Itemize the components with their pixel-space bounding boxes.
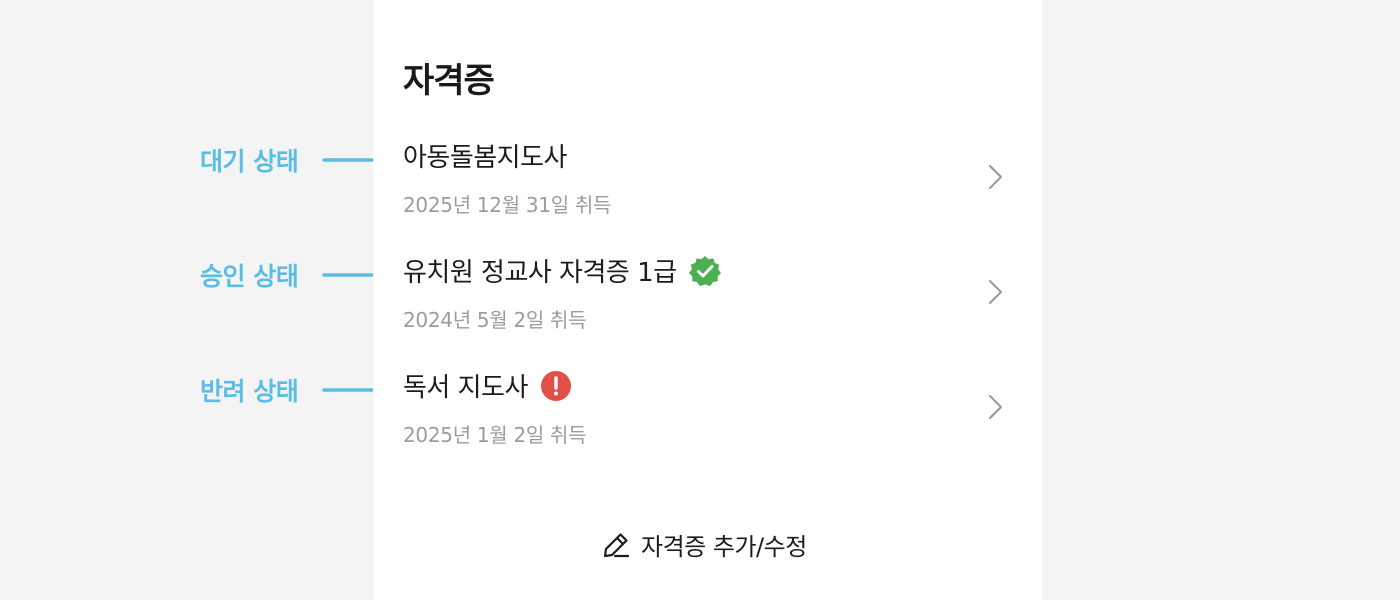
certificate-item-pending[interactable]: 아동돌봄지도사 2025년 12월 31일 취득 (373, 130, 1042, 230)
annotation-pending: 대기 상태 (200, 142, 390, 178)
chevron-right-icon (989, 165, 1002, 189)
exclamation-icon (540, 370, 571, 401)
certificate-name: 독서 지도사 (403, 373, 528, 403)
certificate-panel: 자격증 아동돌봄지도사 2025년 12월 31일 취득 유치원 정교사 자격증… (373, 0, 1042, 600)
certificate-name-line: 독서 지도사 (403, 367, 572, 404)
certificate-name: 유치원 정교사 자격증 1급 (403, 258, 677, 288)
verified-check-icon (688, 255, 721, 286)
certificate-date: 2024년 5월 2일 취득 (403, 308, 587, 332)
annotation-label: 승인 상태 (200, 262, 299, 291)
section-title: 자격증 (403, 61, 495, 101)
annotation-approved: 승인 상태 (200, 257, 390, 293)
chevron-right-icon (989, 395, 1002, 419)
edit-certificates-button[interactable]: 자격증 추가/수정 (601, 527, 807, 562)
annotation-rejected: 반려 상태 (200, 372, 390, 408)
certificate-date: 2025년 12월 31일 취득 (403, 193, 612, 217)
screen: 대기 상태 승인 상태 반려 상태 자격증 아동돌봄지도사 2025년 12월 … (0, 0, 1400, 600)
annotation-label: 대기 상태 (200, 147, 299, 176)
certificate-name-line: 아동돌봄지도사 (403, 137, 567, 174)
certificate-name-line: 유치원 정교사 자격증 1급 (403, 252, 721, 289)
chevron-right-icon (989, 280, 1002, 304)
certificate-date: 2025년 1월 2일 취득 (403, 423, 587, 447)
certificate-name: 아동돌봄지도사 (403, 143, 567, 173)
pencil-icon (603, 532, 630, 557)
certificate-item-rejected[interactable]: 독서 지도사 2025년 1월 2일 취득 (373, 360, 1042, 460)
annotation-label: 반려 상태 (200, 377, 299, 406)
edit-certificates-label: 자격증 추가/수정 (641, 533, 807, 561)
certificate-item-approved[interactable]: 유치원 정교사 자격증 1급 2024년 5월 2일 취득 (373, 245, 1042, 345)
